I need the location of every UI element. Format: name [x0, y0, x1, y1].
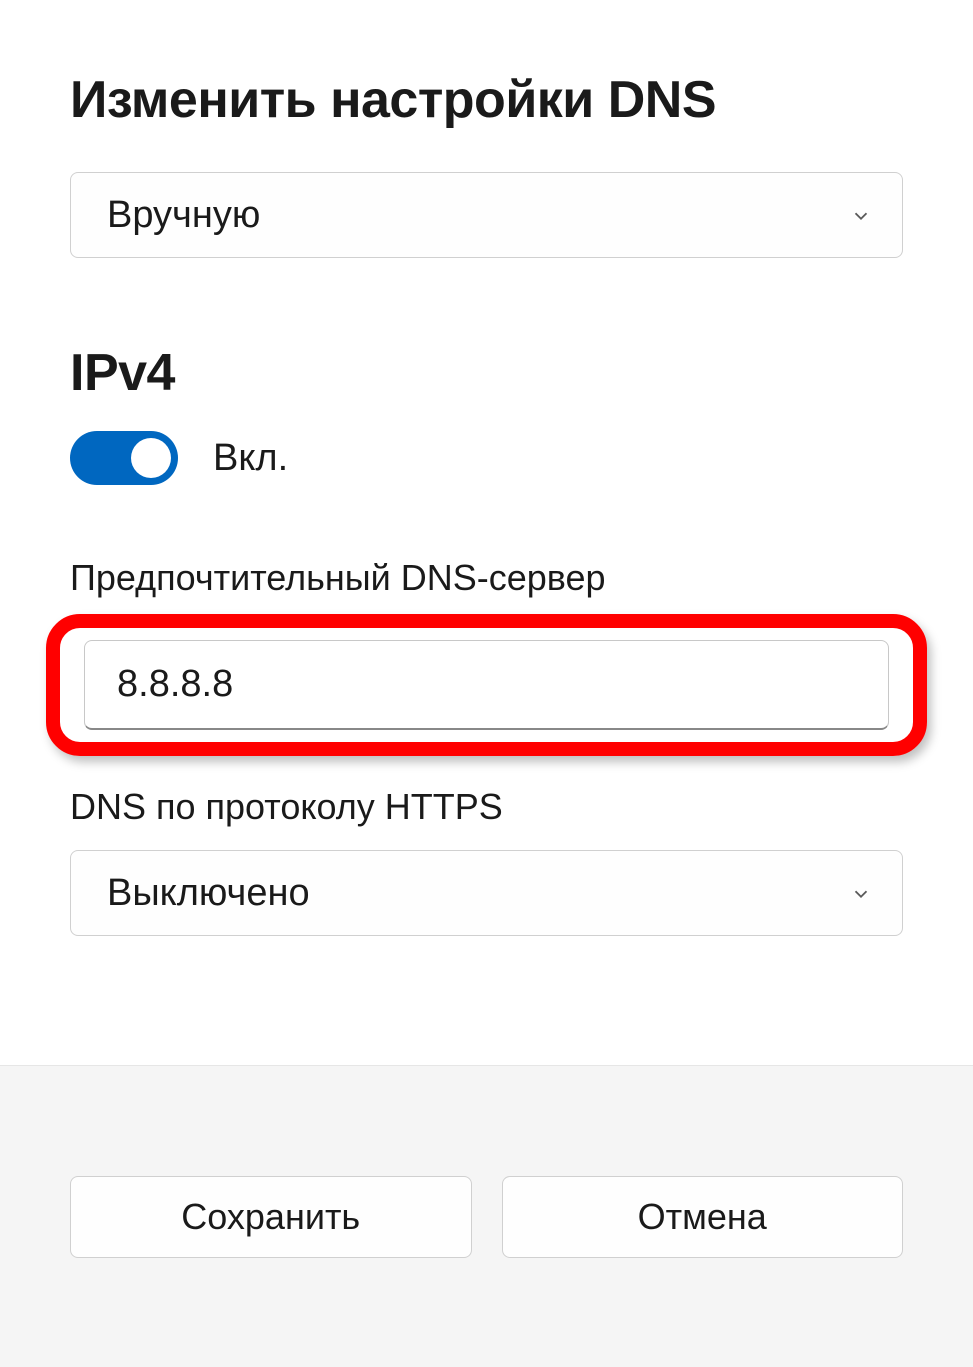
ipv4-heading: IPv4 [70, 343, 903, 403]
highlight-box [46, 614, 927, 756]
preferred-dns-label: Предпочтительный DNS-сервер [70, 557, 903, 599]
save-button[interactable]: Сохранить [70, 1176, 472, 1258]
cancel-button[interactable]: Отмена [502, 1176, 904, 1258]
dns-https-label: DNS по протоколу HTTPS [70, 786, 903, 828]
dns-https-selected: Выключено [107, 872, 310, 915]
chevron-down-icon [850, 194, 872, 237]
preferred-dns-input[interactable] [84, 640, 889, 730]
dns-mode-selected: Вручную [107, 194, 260, 237]
ipv4-toggle-row: Вкл. [70, 431, 903, 485]
ipv4-toggle-label: Вкл. [213, 437, 288, 480]
chevron-down-icon [850, 872, 872, 915]
dialog-title: Изменить настройки DNS [70, 70, 903, 130]
dns-mode-dropdown[interactable]: Вручную [70, 172, 903, 258]
dns-https-dropdown[interactable]: Выключено [70, 850, 903, 936]
dialog-footer: Сохранить Отмена [0, 1065, 973, 1367]
ipv4-toggle[interactable] [70, 431, 178, 485]
toggle-knob [131, 438, 171, 478]
dns-settings-dialog: Изменить настройки DNS Вручную IPv4 Вкл.… [0, 0, 973, 1065]
